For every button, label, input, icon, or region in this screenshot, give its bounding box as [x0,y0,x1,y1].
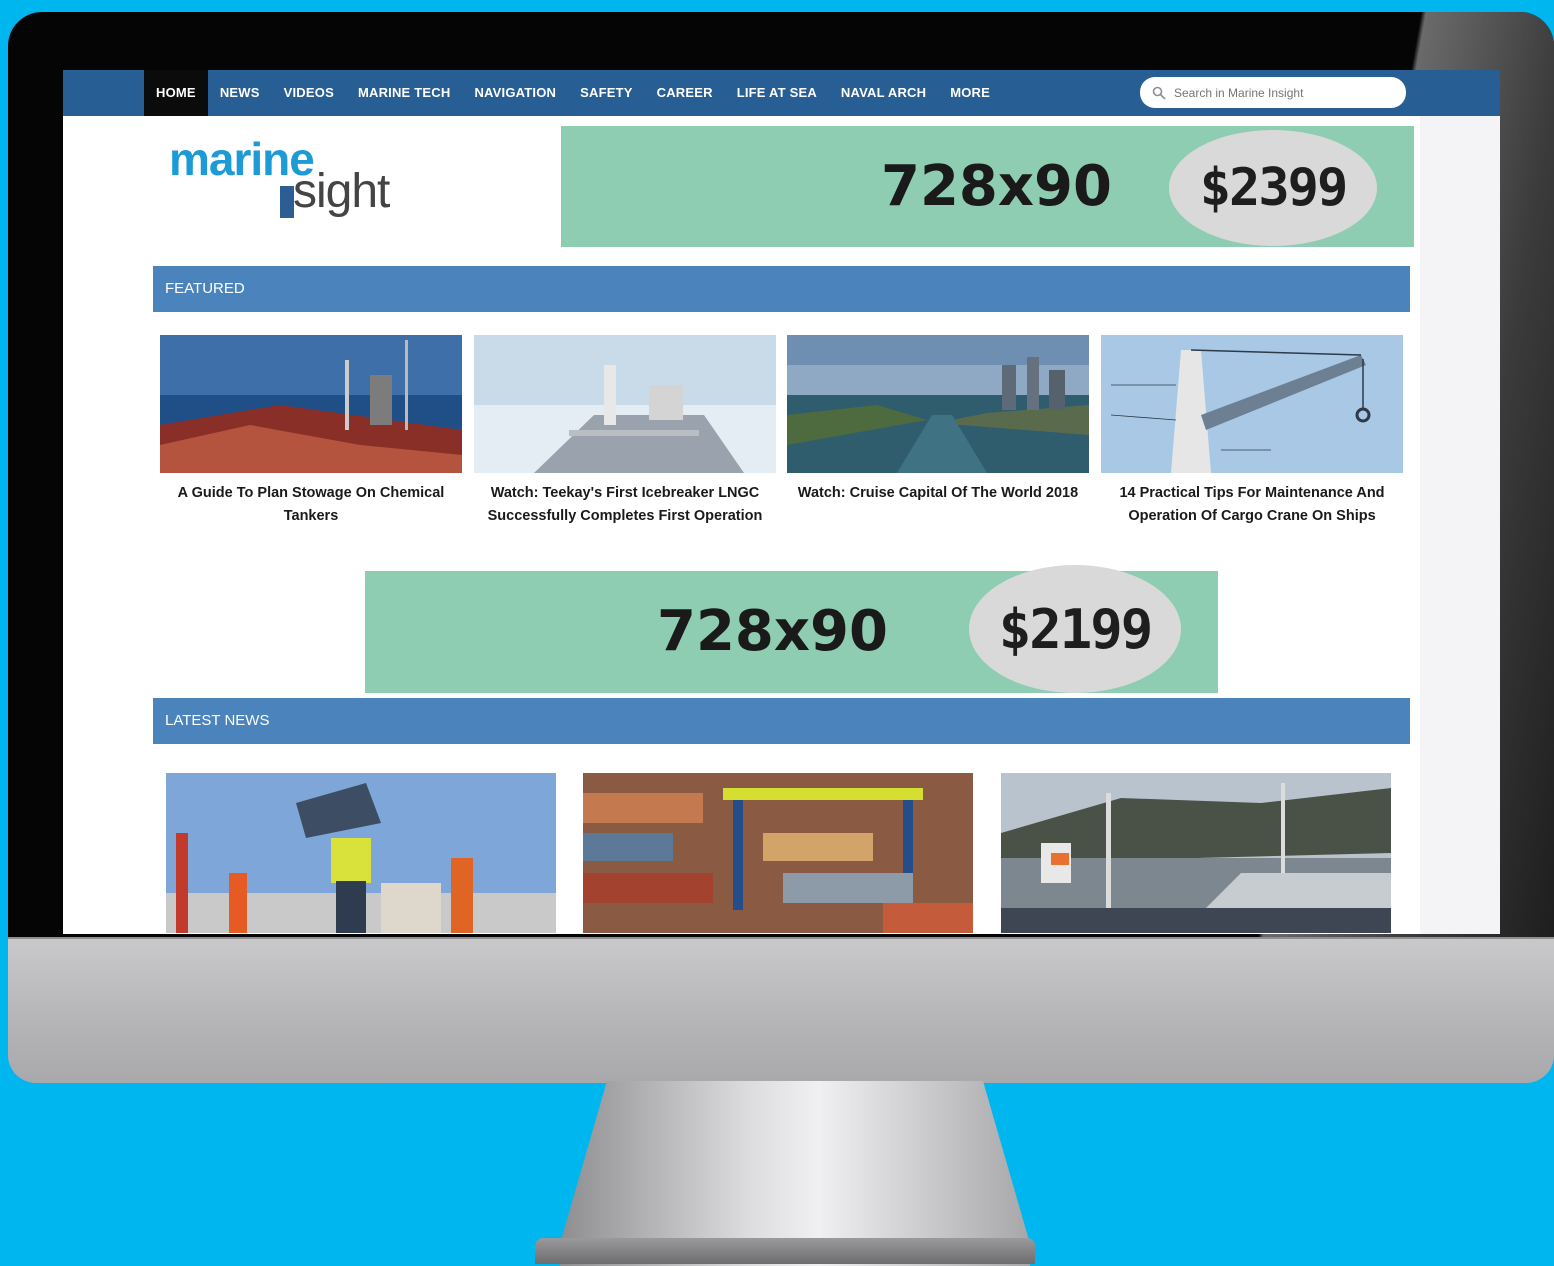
logo-text-sight: sight [293,165,390,218]
section-header-featured: FEATURED [153,266,1410,312]
nav-item-career[interactable]: CAREER [645,70,725,116]
featured-thumbnail[interactable] [787,335,1089,473]
container-terminal-image [583,773,973,933]
cruise-capital-image [787,335,1089,473]
nav-item-videos[interactable]: VIDEOS [272,70,346,116]
icebreaker-lngc-image [474,335,776,473]
nav-item-news[interactable]: NEWS [208,70,272,116]
nav-item-more[interactable]: MORE [938,70,1002,116]
monitor-stand-base [535,1238,1035,1264]
featured-caption[interactable]: A Guide To Plan Stowage On Chemical Tank… [160,482,462,528]
logo-mark [280,186,294,218]
right-gutter [1420,116,1500,934]
nav-item-life-at-sea[interactable]: LIFE AT SEA [725,70,829,116]
featured-thumbnail[interactable] [474,335,776,473]
website-screen: HOME NEWS VIDEOS MARINE TECH NAVIGATION … [63,70,1500,934]
workers-crane-image [166,773,556,933]
search-box[interactable] [1140,77,1406,108]
featured-card[interactable]: Watch: Teekay's First Icebreaker LNGC Su… [474,335,776,528]
ad-size-label: 728x90 [881,154,1112,219]
ad-price-badge: $2399 [1169,130,1377,246]
tanker-deck-image [160,335,462,473]
nav-menu: HOME NEWS VIDEOS MARINE TECH NAVIGATION … [144,70,1002,116]
nav-item-naval-arch[interactable]: NAVAL ARCH [829,70,938,116]
featured-thumbnail[interactable] [1101,335,1403,473]
featured-card[interactable]: Watch: Cruise Capital Of The World 2018 [787,335,1089,505]
ad-price-badge: $2199 [969,565,1181,693]
nav-item-marine-tech[interactable]: MARINE TECH [346,70,462,116]
nav-item-navigation[interactable]: NAVIGATION [462,70,568,116]
ad-size-label: 728x90 [657,599,888,664]
featured-caption[interactable]: 14 Practical Tips For Maintenance And Op… [1101,482,1403,528]
latest-news-card[interactable] [166,773,556,933]
search-input[interactable] [1172,84,1396,101]
featured-card[interactable]: A Guide To Plan Stowage On Chemical Tank… [160,335,462,528]
site-logo[interactable]: marine sight [169,132,459,232]
featured-thumbnail[interactable] [160,335,462,473]
top-navbar: HOME NEWS VIDEOS MARINE TECH NAVIGATION … [63,70,1500,116]
featured-caption[interactable]: Watch: Cruise Capital Of The World 2018 [787,482,1089,505]
latest-news-card[interactable] [1001,773,1391,933]
ship-harbor-image [1001,773,1391,933]
section-header-latest-news: LATEST NEWS [153,698,1410,744]
search-icon [1152,86,1166,100]
nav-item-home[interactable]: HOME [144,70,208,116]
cargo-crane-diagram-image [1101,335,1403,473]
monitor-chin [8,937,1554,1083]
ad-banner-middle[interactable]: 728x90 $2199 [365,565,1218,693]
featured-caption[interactable]: Watch: Teekay's First Icebreaker LNGC Su… [474,482,776,528]
ad-banner-top[interactable]: 728x90 $2399 [561,126,1414,247]
latest-news-card[interactable] [583,773,973,933]
nav-item-safety[interactable]: SAFETY [568,70,644,116]
featured-card[interactable]: 14 Practical Tips For Maintenance And Op… [1101,335,1403,528]
